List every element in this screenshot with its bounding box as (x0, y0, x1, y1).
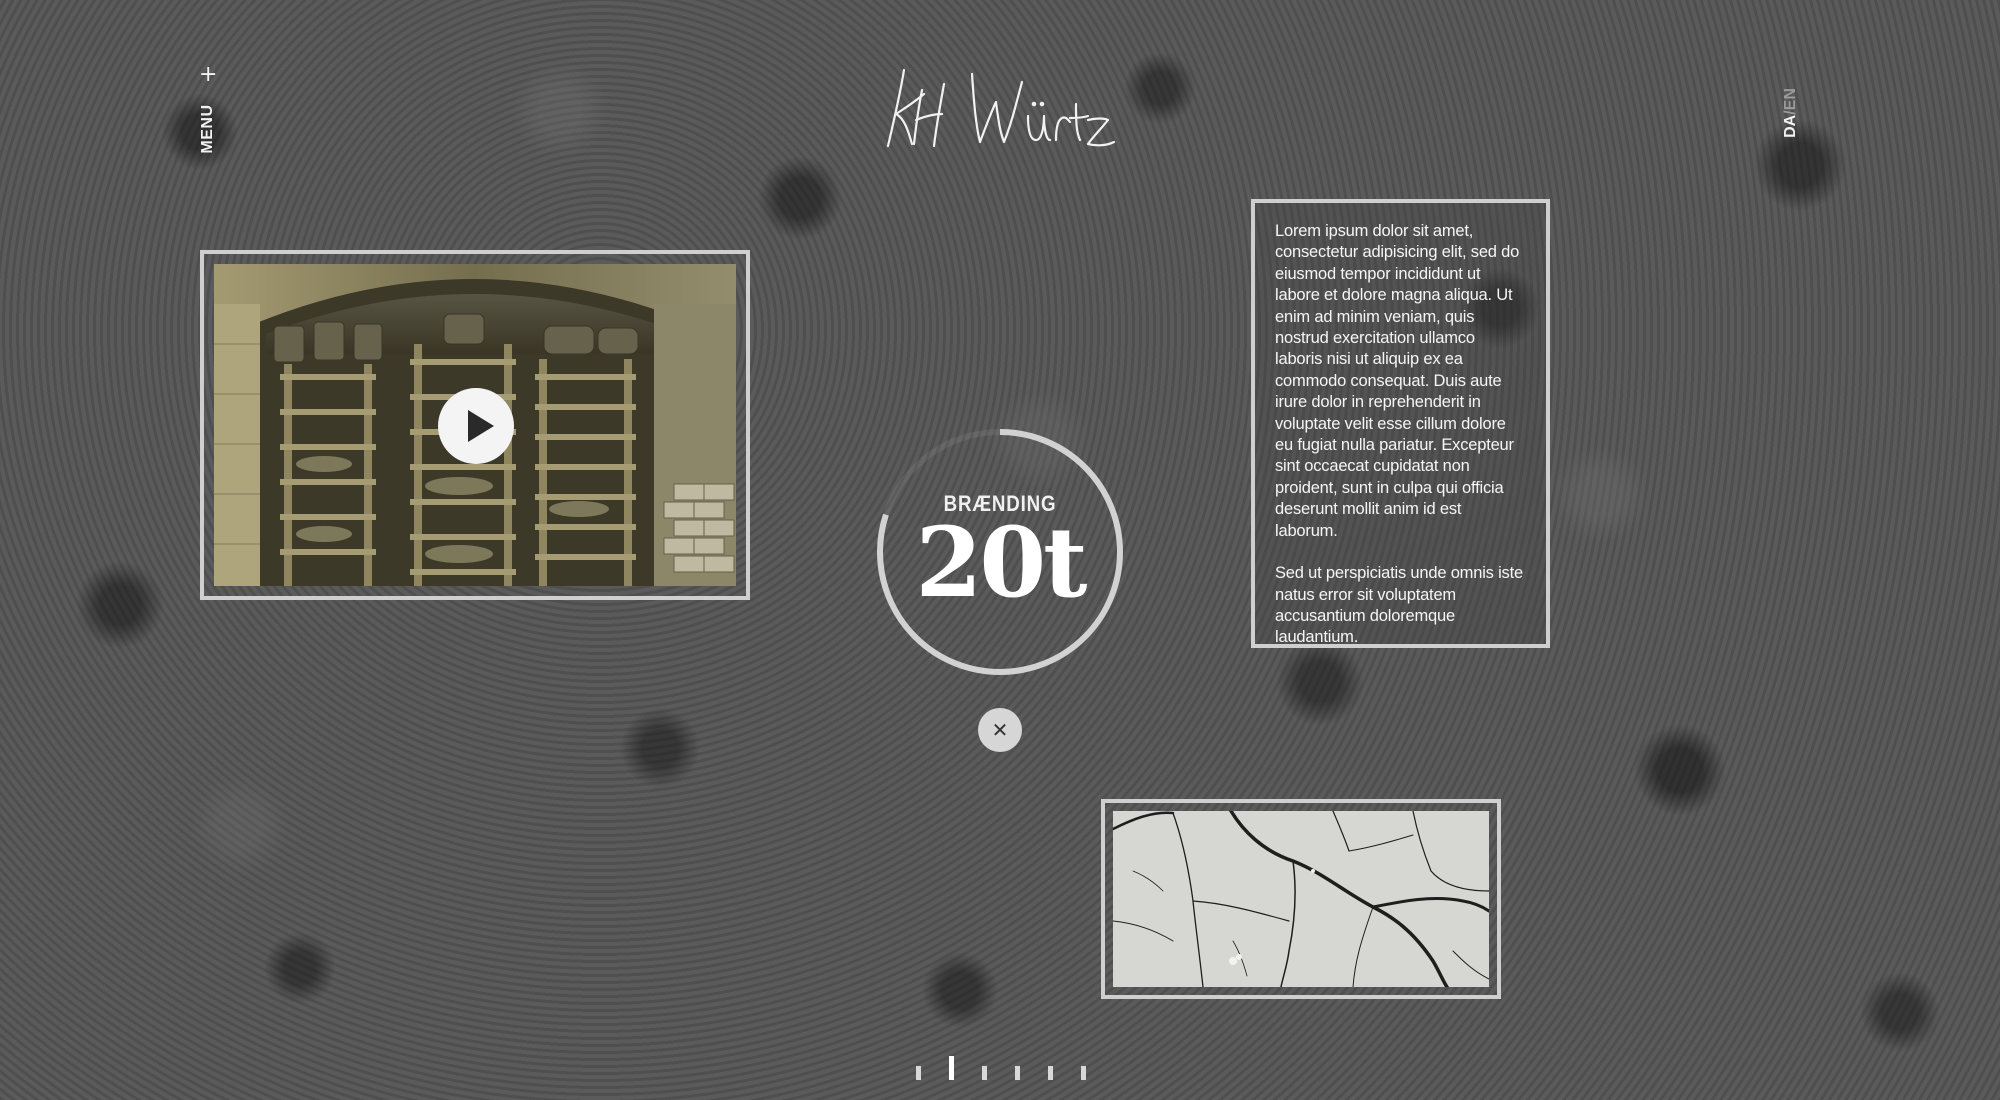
counter-value: 20t (915, 506, 1088, 619)
pagination-dot[interactable] (1015, 1066, 1020, 1080)
pagination-dot-active[interactable] (949, 1056, 954, 1080)
signature-logo-graphic (886, 68, 1116, 148)
signature-logo[interactable] (882, 60, 1118, 156)
cracked-clay-photo (1113, 811, 1489, 987)
close-icon: ✕ (991, 718, 1009, 742)
language-da[interactable]: DA (1782, 115, 1799, 138)
pagination-dot[interactable] (982, 1066, 987, 1080)
image-card (1101, 799, 1501, 999)
text-paragraph: Lorem ipsum dolor sit amet, consectetur … (1275, 222, 1520, 540)
text-paragraph: Sed ut perspiciatis unde omnis iste natu… (1275, 564, 1523, 647)
close-button[interactable]: ✕ (978, 708, 1022, 752)
video-card (200, 250, 750, 600)
language-en[interactable]: EN (1782, 88, 1799, 110)
play-icon (468, 410, 494, 442)
firing-counter: BRÆNDING 20t (872, 424, 1128, 680)
pagination-dot[interactable] (1048, 1066, 1053, 1080)
cracked-clay-image[interactable] (1113, 811, 1489, 987)
slide-pagination (912, 1054, 1092, 1080)
video-thumbnail[interactable] (214, 264, 736, 586)
play-button[interactable] (438, 388, 514, 464)
language-switcher[interactable]: DA/EN (1776, 84, 1806, 144)
pagination-dot[interactable] (916, 1066, 921, 1080)
plus-icon: + (199, 62, 218, 87)
menu-button[interactable]: + MENU (196, 62, 220, 154)
menu-label: MENU (199, 104, 216, 154)
language-separator: / (1782, 110, 1799, 115)
text-card: Lorem ipsum dolor sit amet, consectetur … (1251, 199, 1550, 648)
pagination-dot[interactable] (1081, 1066, 1086, 1080)
